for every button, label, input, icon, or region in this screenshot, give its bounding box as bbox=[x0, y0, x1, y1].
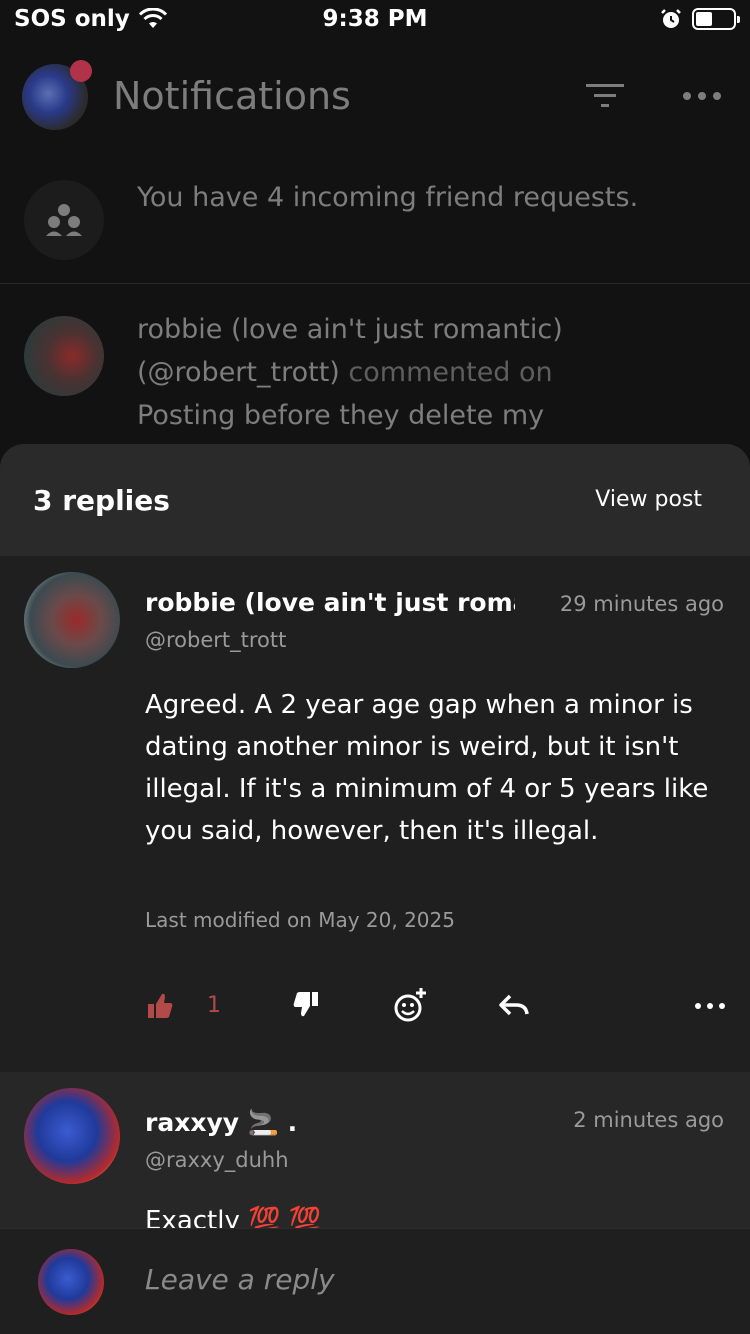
notification-text: You have 4 incoming friend requests. bbox=[137, 182, 639, 213]
notifications-page: Notifications You have 4 incoming friend… bbox=[0, 44, 750, 470]
add-reaction-icon[interactable] bbox=[392, 986, 428, 1026]
avatar bbox=[38, 1249, 104, 1315]
comment-time: 29 minutes ago bbox=[559, 592, 724, 616]
avatar[interactable] bbox=[24, 572, 120, 668]
sheet-header: 3 replies View post bbox=[0, 444, 750, 556]
comment-modified: Last modified on May 20, 2025 bbox=[145, 908, 455, 932]
comment-body: Agreed. A 2 year age gap when a minor is… bbox=[145, 690, 709, 846]
clock: 9:38 PM bbox=[322, 6, 428, 32]
battery-icon bbox=[692, 8, 740, 30]
avatar bbox=[24, 316, 104, 396]
thumbs-up-icon[interactable] bbox=[146, 986, 174, 1026]
notif-handle: (@robert_trott) bbox=[137, 357, 340, 388]
friends-icon-wrap bbox=[24, 180, 104, 260]
notification-friend-requests[interactable]: You have 4 incoming friend requests. bbox=[0, 164, 750, 284]
like-count: 1 bbox=[207, 993, 221, 1018]
comment-handle[interactable]: @robert_trott bbox=[145, 628, 286, 652]
view-post-button[interactable]: View post bbox=[595, 487, 702, 512]
comment-author[interactable]: robbie (love ain't just romantic) bbox=[145, 588, 515, 617]
nav-bar: Notifications bbox=[0, 44, 750, 154]
reply-input[interactable]: Leave a reply bbox=[145, 1263, 335, 1296]
page-title: Notifications bbox=[113, 74, 351, 118]
notification-comment[interactable]: robbie (love ain't just romantic) (@robe… bbox=[0, 296, 750, 466]
alarm-icon bbox=[661, 9, 681, 28]
more-options-icon[interactable] bbox=[694, 986, 726, 1026]
avatar[interactable] bbox=[24, 1088, 120, 1184]
comment-handle[interactable]: @raxxy_duhh bbox=[145, 1148, 289, 1172]
notification-dot bbox=[70, 60, 92, 82]
comment-time: 2 minutes ago bbox=[573, 1108, 724, 1132]
filter-icon[interactable] bbox=[586, 82, 624, 110]
comment: raxxyy 🚬 . 2 minutes ago @raxxy_duhh Exa… bbox=[0, 1072, 750, 1236]
notification-comment-text: robbie (love ain't just romantic) (@robe… bbox=[137, 308, 717, 437]
reply-icon[interactable] bbox=[498, 986, 530, 1026]
more-options-icon[interactable] bbox=[682, 84, 722, 108]
comment-author[interactable]: raxxyy 🚬 . bbox=[145, 1108, 297, 1138]
comment: robbie (love ain't just romantic) 29 min… bbox=[0, 556, 750, 1072]
notif-action: commented on bbox=[348, 357, 553, 388]
status-right bbox=[660, 8, 740, 30]
friends-icon bbox=[46, 204, 82, 236]
status-bar: SOS only 9:38 PM bbox=[0, 0, 750, 44]
reply-bar: Leave a reply bbox=[0, 1228, 750, 1334]
replies-sheet: 3 replies View post robbie (love ain't j… bbox=[0, 444, 750, 1334]
notif-name: robbie (love ain't just romantic) bbox=[137, 314, 563, 345]
thumbs-down-icon[interactable] bbox=[292, 986, 320, 1026]
replies-count: 3 replies bbox=[33, 484, 170, 517]
comment-actions: 1 bbox=[0, 986, 750, 1036]
notif-preview: Posting before they delete my bbox=[137, 400, 545, 431]
